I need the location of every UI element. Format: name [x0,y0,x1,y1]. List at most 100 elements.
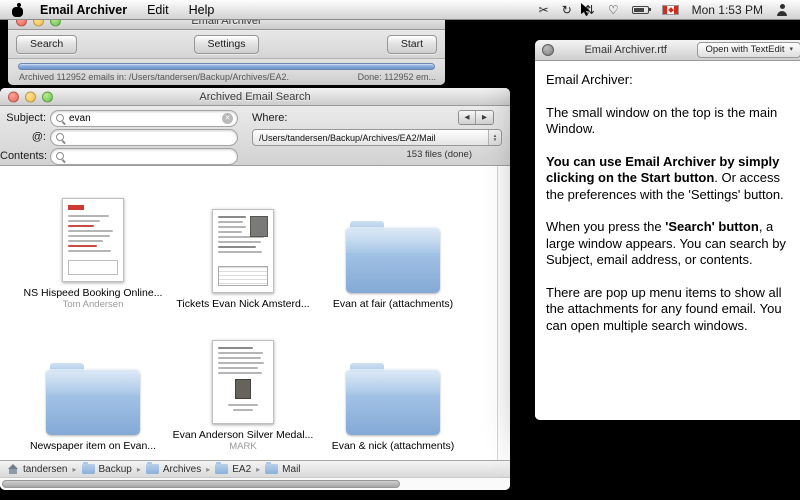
doc-line [218,216,246,218]
chevron-right-icon: ▸ [137,461,141,478]
archiver-status-area: Archived 112952 emails in: /Users/tander… [8,59,445,85]
zoom-button[interactable] [42,91,53,102]
item-label: Newspaper item on Evan... [30,440,156,452]
subject-search-field[interactable]: ✕ [50,110,238,127]
doc-line [218,231,242,233]
menu-clock[interactable]: Mon 1:53 PM [692,3,763,17]
document-icon[interactable] [212,340,274,424]
heart-icon[interactable]: ♡ [608,0,619,20]
path-item-home[interactable]: tandersen [7,464,67,475]
paragraph: There are pop up menu items to show all … [546,285,796,335]
battery-icon[interactable] [632,6,649,14]
search-result-item[interactable]: Evan Anderson Silver Medal... MARK [168,316,318,452]
path-label: Mail [282,464,300,475]
settings-button[interactable]: Settings [194,35,260,54]
doc-line [218,372,262,374]
clear-search-icon[interactable]: ✕ [222,113,233,124]
contents-label: Contents: [0,150,46,162]
where-label: Where: [252,112,287,124]
document-icon[interactable] [62,198,124,282]
horizontal-scrollbar[interactable] [0,477,510,490]
address-input[interactable] [69,132,233,143]
doc-line [218,221,243,223]
quicklook-title-bar[interactable]: Email Archiver.rtf Open with TextEdit ▾ [535,40,800,61]
item-label: Evan at fair (attachments) [333,298,453,310]
item-label: Evan Anderson Silver Medal... [173,429,314,441]
doc-line [218,246,256,248]
scissors-icon[interactable]: ✂ [539,0,549,20]
path-item-backup[interactable]: Backup [82,464,132,475]
doc-line [68,235,110,237]
subject-label: Subject: [0,112,46,124]
folder-icon[interactable] [46,369,140,435]
doc-line [218,367,258,369]
vertical-scrollbar[interactable] [497,166,510,460]
quicklook-rtf-window: Email Archiver.rtf Open with TextEdit ▾ … [535,40,800,420]
item-label: Tickets Evan Nick Amsterd... [176,298,309,310]
paragraph: Email Archiver: [546,72,796,89]
search-result-item[interactable]: Newspaper item on Evan... [18,316,168,452]
address-search-field[interactable] [50,129,238,146]
path-label: tandersen [23,464,67,475]
search-result-item[interactable]: NS Hispeed Booking Online... Tom Anderse… [18,174,168,310]
canada-flag-icon[interactable] [662,5,679,15]
search-result-item[interactable]: Tickets Evan Nick Amsterd... [168,174,318,310]
doc-line [68,225,94,227]
document-icon[interactable] [212,209,274,293]
paragraph: You can use Email Archiver by simply cli… [546,154,796,204]
path-item-ea2[interactable]: EA2 [215,464,251,475]
back-button[interactable]: ◀ [459,111,476,124]
contents-search-field[interactable] [50,148,238,165]
doc-line [228,404,258,406]
path-item-archives[interactable]: Archives [146,464,201,475]
search-result-item[interactable]: Evan at fair (attachments) [318,174,468,310]
close-button[interactable] [8,91,19,102]
where-popup[interactable]: /Users/tandersen/Backup/Archives/EA2/Mai… [252,129,502,146]
open-with-textedit-button[interactable]: Open with TextEdit ▾ [697,42,800,58]
email-archiver-window: Email Archiver Search Settings Start Arc… [8,12,445,85]
chevron-right-icon: ▸ [206,461,210,478]
progress-bar [18,63,435,70]
user-icon[interactable] [776,4,788,16]
scrollbar-thumb[interactable] [2,480,400,488]
doc-line [68,245,97,247]
popup-down-icon: ▼ [493,138,497,142]
path-item-mail[interactable]: Mail [265,464,300,475]
chevron-down-icon: ▾ [789,43,793,57]
path-label: Archives [163,464,201,475]
doc-line [218,347,253,349]
doc-line [68,250,111,252]
icon-slot [62,186,124,282]
doc-line [218,362,264,364]
search-result-item[interactable]: Evan & nick (attachments) [318,316,468,452]
sync-icon[interactable]: ↻ [562,0,572,20]
doc-line [68,220,100,222]
doc-line [218,251,262,253]
folder-icon[interactable] [346,227,440,293]
results-icon-view[interactable]: NS Hispeed Booking Online... Tom Anderse… [0,166,497,460]
menu-edit[interactable]: Edit [137,0,179,20]
doc-line [218,357,261,359]
menu-help[interactable]: Help [179,0,225,20]
minimize-button[interactable] [25,91,36,102]
doc-photo [235,379,251,399]
doc-table [218,266,268,286]
folder-icon[interactable] [346,369,440,435]
archive-status-text: Archived 112952 emails in: /Users/tander… [19,72,289,82]
address-label: @: [0,131,46,143]
close-button[interactable] [542,44,554,56]
folder-icon [215,464,228,474]
apple-menu-icon[interactable] [12,3,24,17]
doc-line [218,226,246,228]
contents-input[interactable] [69,151,233,162]
search-form: Subject: ✕ @: Contents: Where: /Users/ta… [0,106,510,166]
home-icon [7,464,19,474]
forward-button[interactable]: ▶ [476,111,493,124]
menu-app[interactable]: Email Archiver [30,0,137,20]
traffic-lights [8,91,53,102]
search-button[interactable]: Search [16,35,77,54]
subject-input[interactable] [69,113,222,124]
start-button[interactable]: Start [387,35,437,54]
popup-arrows-icon: ▲ ▼ [488,130,501,145]
search-title-bar[interactable]: Archived Email Search [0,88,510,106]
